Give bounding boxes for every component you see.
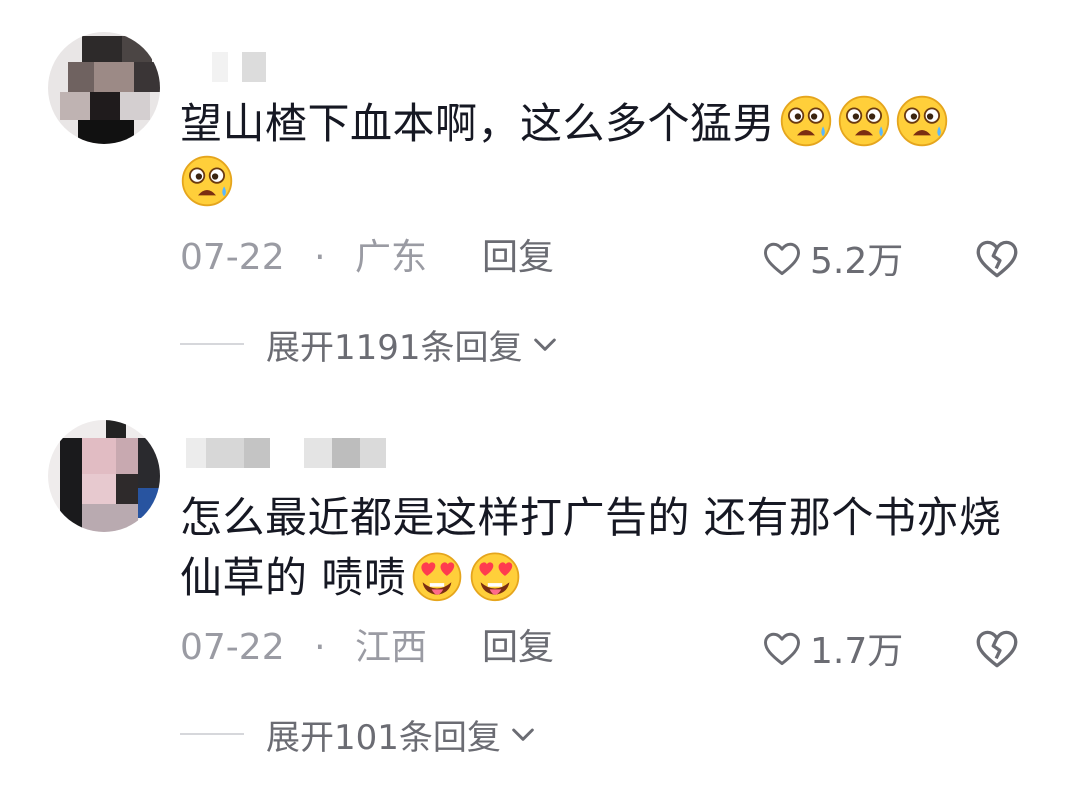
- avatar[interactable]: [48, 420, 160, 532]
- comment-meta: 07-22 · 江西: [180, 623, 427, 673]
- expand-replies-button[interactable]: 展开1191条回复: [180, 319, 561, 369]
- comment-region: 广东: [354, 237, 427, 278]
- expand-replies-label: 展开1191条回复: [266, 327, 523, 368]
- comment-text: 怎么最近都是这样打广告的 还有那个书亦烧仙草的 啧啧: [180, 488, 1020, 608]
- chevron-down-icon: [512, 728, 534, 741]
- avatar[interactable]: [48, 32, 160, 144]
- chevron-down-icon: [533, 338, 556, 351]
- meta-separator: ·: [314, 237, 326, 278]
- divider-line: [180, 343, 244, 345]
- comment-text: 望山楂下血本啊，这么多个猛男: [180, 94, 1020, 214]
- divider-line: [180, 733, 244, 735]
- like-count: 5.2万: [810, 241, 904, 282]
- worried-face-emoji: [896, 95, 948, 147]
- like-button[interactable]: 1.7万: [760, 623, 903, 673]
- comment-text-content: 怎么最近都是这样打广告的 还有那个书亦烧仙草的 啧啧: [180, 493, 1002, 602]
- comment-text-content: 望山楂下血本啊，这么多个猛男: [180, 99, 776, 148]
- worried-face-emoji: [181, 155, 233, 207]
- like-button[interactable]: 5.2万: [760, 233, 903, 283]
- broken-heart-icon[interactable]: [972, 623, 1022, 673]
- comment-meta: 07-22 · 广东: [180, 233, 427, 283]
- reply-button[interactable]: 回复: [482, 623, 554, 673]
- worried-face-emoji: [838, 95, 890, 147]
- broken-heart-icon[interactable]: [972, 233, 1022, 283]
- heart-eyes-tongue-emoji: [471, 552, 520, 602]
- heart-outline-icon: [764, 632, 800, 666]
- expand-replies-label: 展开101条回复: [266, 717, 501, 758]
- comment-region: 江西: [354, 627, 427, 668]
- meta-separator: ·: [314, 627, 326, 668]
- heart-eyes-tongue-emoji: [413, 552, 462, 602]
- expand-replies-button[interactable]: 展开101条回复: [180, 709, 539, 759]
- username-blurred[interactable]: [212, 52, 272, 82]
- heart-outline-icon: [764, 242, 800, 276]
- username-blurred[interactable]: [186, 438, 386, 468]
- like-count: 1.7万: [810, 631, 904, 672]
- reply-button[interactable]: 回复: [482, 233, 554, 283]
- comment-date: 07-22: [180, 237, 285, 278]
- comment-date: 07-22: [180, 627, 285, 668]
- worried-face-emoji: [780, 95, 832, 147]
